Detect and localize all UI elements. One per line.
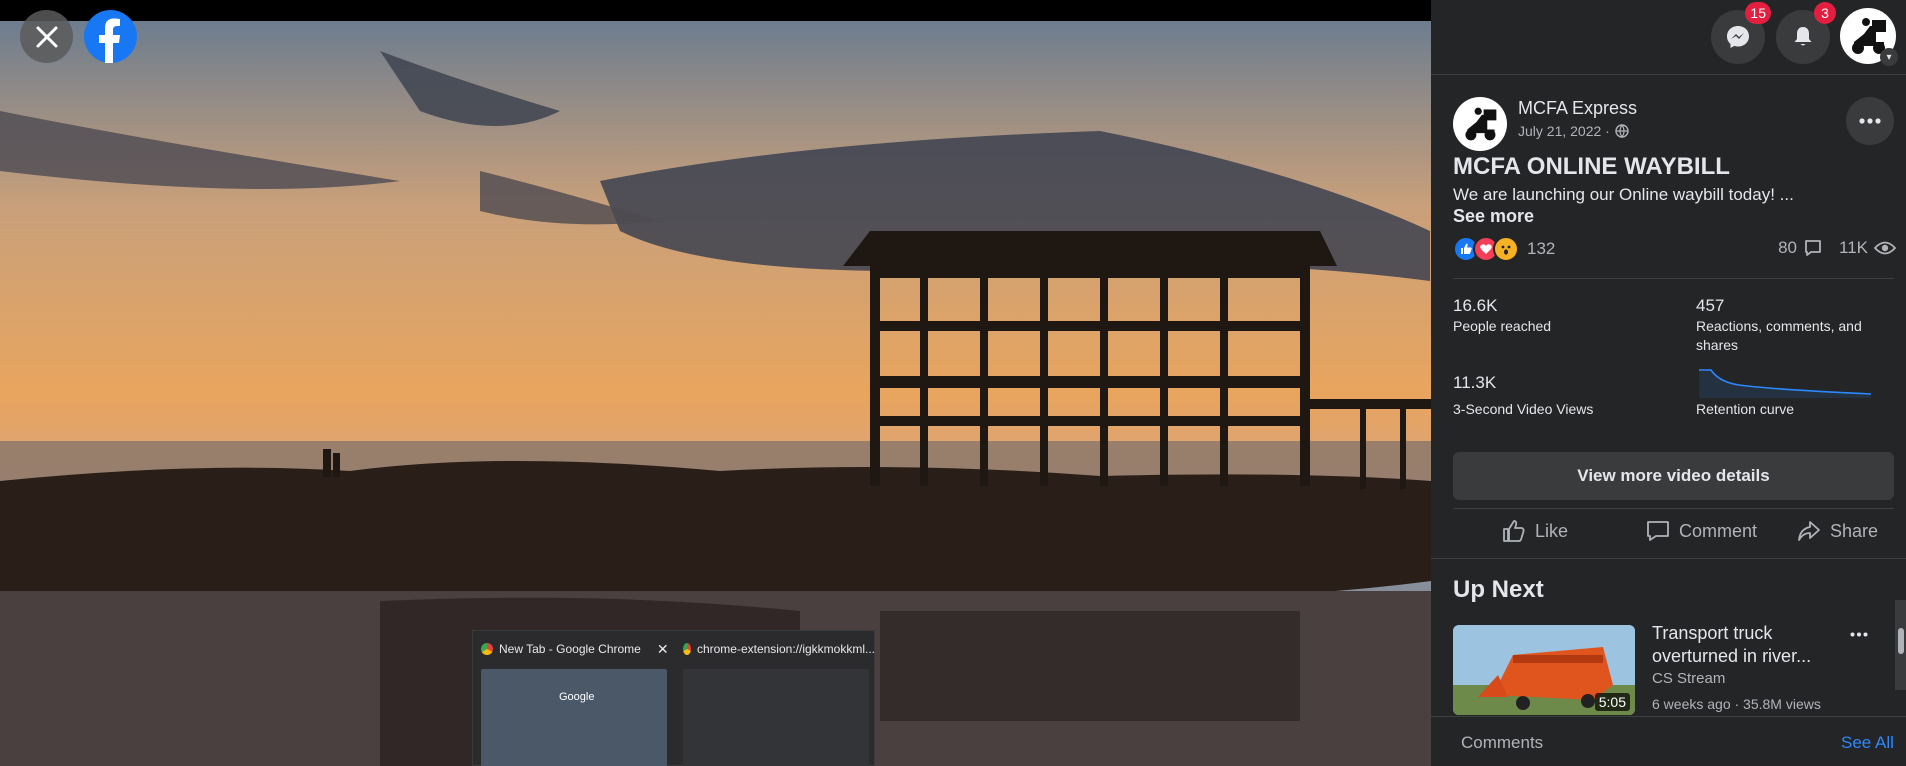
comments-label: Comments: [1461, 733, 1544, 752]
courier-logo-icon: [1465, 107, 1497, 141]
more-horizontal-icon: [1859, 118, 1881, 124]
messenger-badge: 15: [1745, 2, 1771, 24]
bell-icon: [1794, 27, 1812, 46]
divider: [1431, 74, 1906, 75]
globe-icon: [1615, 124, 1629, 138]
comment-button[interactable]: Comment: [1645, 514, 1757, 548]
video-views-label: 3-Second Video Views: [1453, 401, 1594, 417]
chevron-down-icon: ▾: [1880, 48, 1898, 66]
post-options-button[interactable]: [1846, 97, 1894, 145]
view-count: 11K: [1839, 238, 1868, 257]
page-avatar[interactable]: [1453, 97, 1507, 151]
see-more-link[interactable]: See more: [1453, 206, 1534, 227]
share-icon: [1798, 521, 1820, 541]
up-next-meta: 6 weeks ago · 35.8M views: [1652, 696, 1821, 712]
notifications-button[interactable]: 3: [1776, 2, 1836, 64]
video-stage[interactable]: New Tab - Google Chrome ✕ chrome-extensi…: [0, 0, 1431, 766]
preview-thumbnail-extension: [683, 669, 869, 766]
see-all-comments-link[interactable]: See All: [1841, 733, 1894, 753]
post-sidebar: 15 3 ▾ MCFA Express July 21, 2022 · MCFA…: [1431, 0, 1906, 766]
thumbs-up-icon: [1503, 520, 1525, 542]
messenger-button[interactable]: 15: [1711, 2, 1771, 64]
up-next-heading: Up Next: [1453, 576, 1544, 603]
close-icon[interactable]: ✕: [657, 641, 669, 658]
up-next-thumbnail[interactable]: 5:05: [1453, 625, 1635, 715]
page-name-link[interactable]: MCFA Express: [1518, 98, 1637, 119]
wow-reaction-icon: [1493, 236, 1519, 262]
close-icon: [36, 26, 57, 47]
comment-icon: [1805, 240, 1821, 256]
chrome-icon: [481, 643, 493, 655]
divider: [1453, 508, 1894, 509]
account-avatar[interactable]: ▾: [1840, 8, 1898, 66]
up-next-title[interactable]: Transport truck overturned in river...: [1652, 622, 1852, 668]
more-horizontal-icon: [1850, 632, 1868, 636]
preview-tab-new-tab[interactable]: New Tab - Google Chrome ✕: [473, 631, 673, 667]
up-next-options-button[interactable]: [1844, 622, 1874, 646]
divider: [1453, 278, 1894, 279]
people-reached-label: People reached: [1453, 318, 1552, 334]
engagement-counts: 80 11K: [1778, 238, 1896, 258]
chrome-icon: [683, 643, 691, 655]
post-title: MCFA ONLINE WAYBILL: [1453, 153, 1730, 180]
reactions-summary[interactable]: 132: [1453, 236, 1555, 262]
taskbar-window-preview[interactable]: New Tab - Google Chrome ✕ chrome-extensi…: [472, 630, 875, 766]
preview-tab-extension[interactable]: chrome-extension://igkkmokkml...: [675, 631, 875, 667]
up-next-channel[interactable]: CS Stream: [1652, 670, 1725, 687]
comment-icon: [1647, 521, 1669, 541]
notifications-badge: 3: [1814, 2, 1836, 24]
retention-curve-chart: [1699, 369, 1871, 398]
engagement-label: Reactions, comments, and shares: [1696, 318, 1862, 353]
retention-curve-label: Retention curve: [1696, 401, 1795, 417]
facebook-logo-icon: [99, 18, 120, 63]
divider: [1431, 558, 1906, 559]
view-more-video-details-button[interactable]: View more video details: [1453, 452, 1894, 500]
post-description: We are launching our Online waybill toda…: [1453, 185, 1794, 204]
preview-thumbnail-new-tab: Google: [481, 669, 667, 766]
people-reached-value: 16.6K: [1453, 296, 1498, 315]
reaction-count: 132: [1527, 239, 1556, 258]
video-views-value: 11.3K: [1453, 373, 1497, 392]
eye-icon: [1874, 241, 1896, 255]
share-button[interactable]: Share: [1796, 514, 1878, 548]
comment-count[interactable]: 80: [1778, 238, 1797, 258]
scrollbar-thumb[interactable]: [1898, 628, 1904, 654]
like-button[interactable]: Like: [1501, 514, 1568, 548]
facebook-home-link[interactable]: [84, 10, 137, 63]
messenger-icon: [1727, 26, 1749, 48]
post-date[interactable]: July 21, 2022 ·: [1518, 123, 1629, 139]
engagement-value: 457: [1696, 296, 1725, 315]
video-duration: 5:05: [1594, 693, 1630, 711]
close-viewer-button[interactable]: [20, 10, 73, 63]
